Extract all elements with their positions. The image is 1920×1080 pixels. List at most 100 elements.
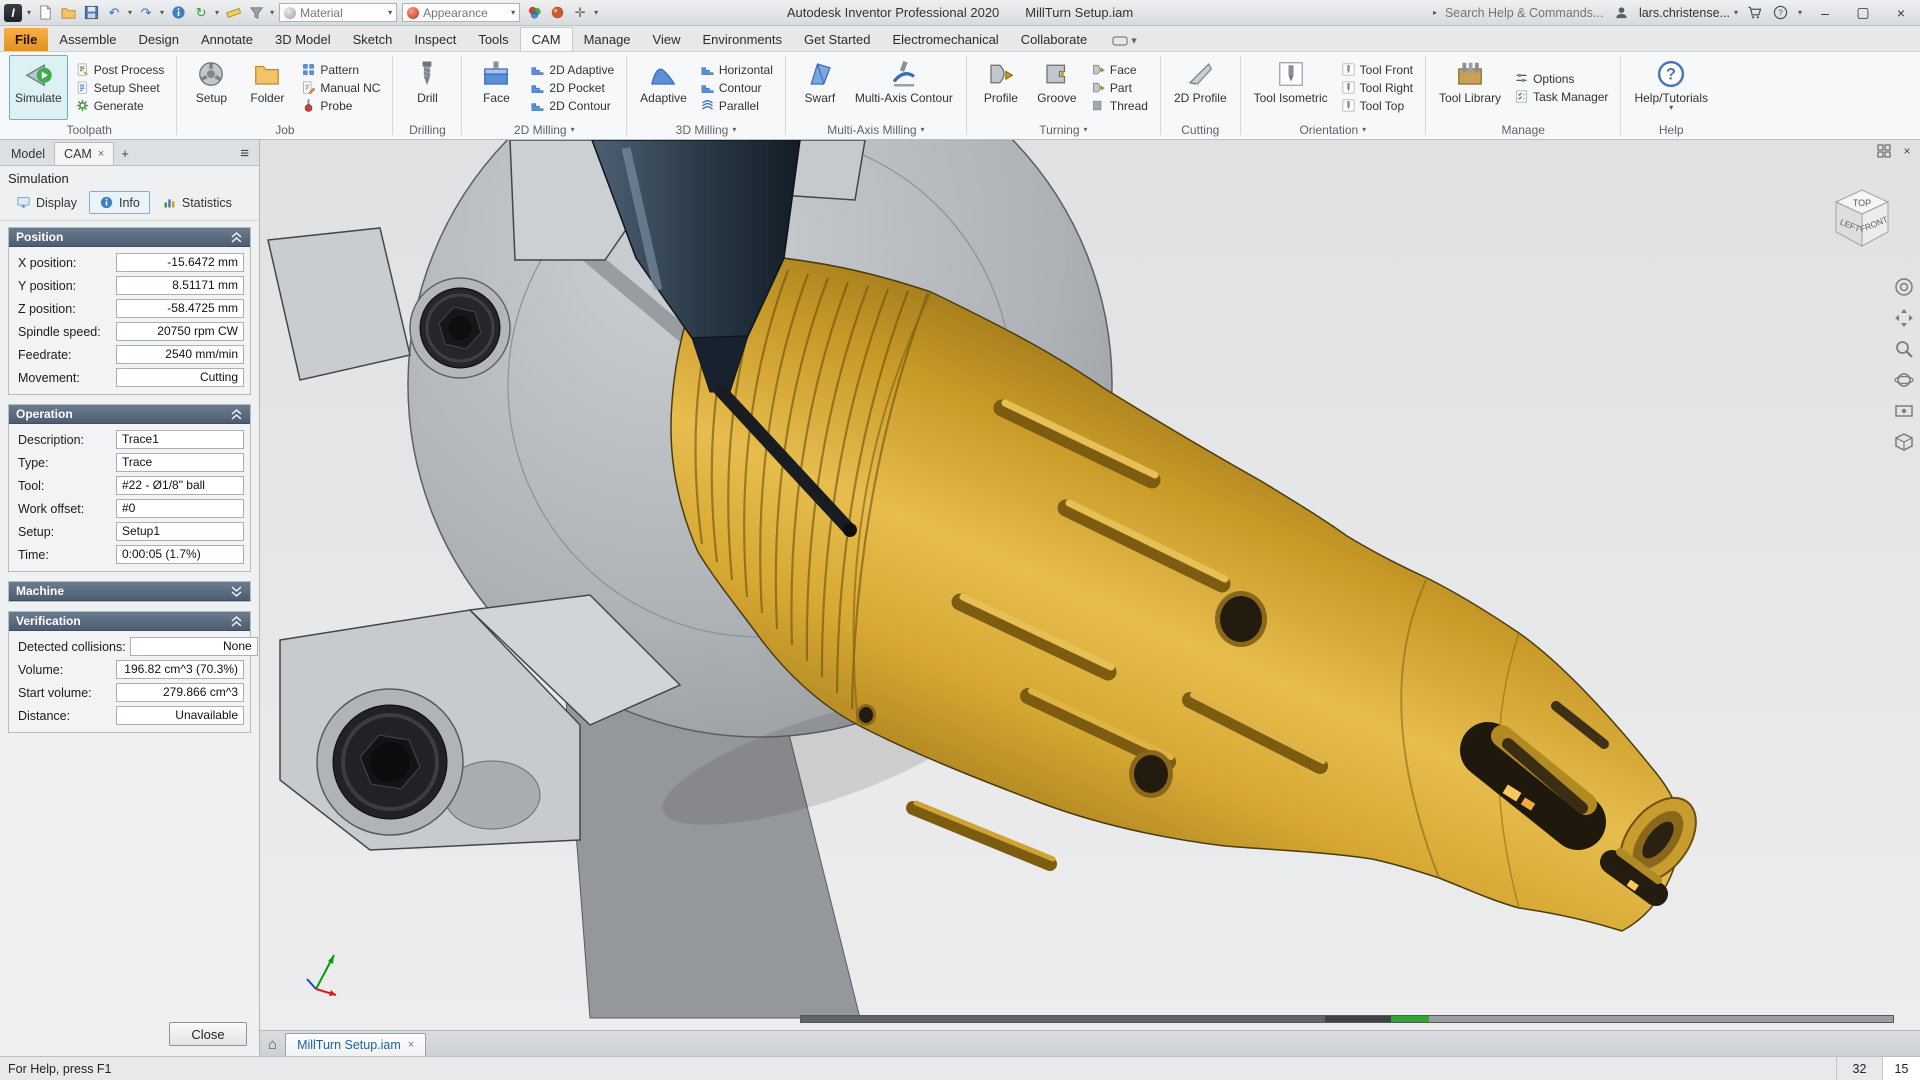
- browser-tab-model[interactable]: Model: [2, 143, 54, 165]
- browser-menu-icon[interactable]: ≡: [240, 145, 257, 165]
- filter-caret-icon[interactable]: ▾: [270, 8, 274, 17]
- undo-icon[interactable]: ↶: [105, 4, 123, 22]
- ribbon-button-folder[interactable]: Folder: [240, 55, 294, 120]
- ribbon-button-tool-front[interactable]: Tool Front: [1336, 61, 1418, 78]
- viewport-3d-scene[interactable]: [260, 140, 1920, 1030]
- ribbon-button-setup-sheet[interactable]: Setup Sheet: [70, 79, 170, 96]
- ribbon-button-tool-isometric[interactable]: Tool Isometric: [1248, 55, 1334, 120]
- pan-icon[interactable]: [1893, 307, 1915, 329]
- section-header-operation[interactable]: Operation: [9, 405, 250, 424]
- ribbon-tab-manage[interactable]: Manage: [573, 28, 642, 51]
- help-menu-icon[interactable]: ?: [1772, 4, 1790, 22]
- ribbon-button-multi-axis-contour[interactable]: Multi-Axis Contour: [849, 55, 959, 120]
- search-expand-icon[interactable]: ▸: [1433, 8, 1437, 17]
- help-caret-icon[interactable]: ▾: [1798, 8, 1802, 17]
- group-footer-help[interactable]: Help: [1621, 120, 1721, 139]
- orbit-icon[interactable]: [1893, 369, 1915, 391]
- close-button[interactable]: ×: [1886, 1, 1916, 25]
- group-footer-turning[interactable]: Turning▾: [967, 120, 1160, 139]
- ribbon-button-generate[interactable]: Generate: [70, 97, 170, 114]
- minimize-button[interactable]: –: [1810, 1, 1840, 25]
- material-dropdown[interactable]: Material▾: [279, 3, 397, 22]
- ribbon-button-part[interactable]: Part: [1086, 79, 1153, 96]
- ribbon-button-swarf[interactable]: Swarf: [793, 55, 847, 120]
- ribbon-tab-inspect[interactable]: Inspect: [403, 28, 467, 51]
- signed-in-user[interactable]: lars.christense...▾: [1639, 6, 1738, 20]
- field-value[interactable]: 2540 mm/min: [116, 345, 244, 364]
- ribbon-button-horizontal[interactable]: Horizontal: [695, 61, 778, 78]
- undo-caret-icon[interactable]: ▾: [128, 8, 132, 17]
- ribbon-tab-3d-model[interactable]: 3D Model: [264, 28, 342, 51]
- ribbon-button-parallel[interactable]: Parallel: [695, 97, 778, 114]
- search-input[interactable]: [1445, 6, 1605, 20]
- app-menu-caret-icon[interactable]: ▾: [27, 8, 31, 17]
- field-value[interactable]: -15.6472 mm: [116, 253, 244, 272]
- ribbon-button-tool-library[interactable]: Tool Library: [1433, 55, 1507, 120]
- document-tab-millturn[interactable]: MillTurn Setup.iam ×: [285, 1033, 426, 1056]
- field-value[interactable]: Cutting: [116, 368, 244, 387]
- qat-overflow-icon[interactable]: ▾: [594, 8, 598, 17]
- browser-tab-cam[interactable]: CAM×: [54, 142, 114, 165]
- ribbon-button-simulate[interactable]: Simulate: [9, 55, 68, 120]
- group-footer-3d-milling[interactable]: 3D Milling▾: [627, 120, 785, 139]
- ribbon-tab-get-started[interactable]: Get Started: [793, 28, 881, 51]
- section-header-position[interactable]: Position: [9, 228, 250, 247]
- ribbon-tab-view[interactable]: View: [642, 28, 692, 51]
- tab-info[interactable]: Info: [89, 191, 150, 214]
- document-tab-close-icon[interactable]: ×: [408, 1039, 414, 1051]
- ribbon-button-manual-nc[interactable]: Manual NC: [296, 79, 385, 96]
- field-value[interactable]: Unavailable: [116, 706, 244, 725]
- ribbon-tab-electromechanical[interactable]: Electromechanical: [881, 28, 1009, 51]
- group-footer-toolpath[interactable]: Toolpath: [2, 120, 176, 139]
- group-footer-multi-axis-milling[interactable]: Multi-Axis Milling▾: [786, 120, 966, 139]
- field-value[interactable]: 0:00:05 (1.7%): [116, 545, 244, 564]
- redo-caret-icon[interactable]: ▾: [160, 8, 164, 17]
- ribbon-tab-design[interactable]: Design: [127, 28, 189, 51]
- tab-statistics[interactable]: Statistics: [152, 191, 242, 214]
- ribbon-tab-cam[interactable]: CAM: [520, 27, 573, 51]
- ribbon-tab-annotate[interactable]: Annotate: [190, 28, 264, 51]
- field-value[interactable]: 279.866 cm^3: [116, 683, 244, 702]
- color-wheel-icon[interactable]: [525, 4, 543, 22]
- tile-windows-icon[interactable]: [1876, 143, 1892, 159]
- ribbon-button-adaptive[interactable]: Adaptive: [634, 55, 693, 120]
- ribbon-button-probe[interactable]: Probe: [296, 97, 385, 114]
- ribbon-button-groove[interactable]: Groove: [1030, 55, 1084, 120]
- ribbon-button-task-manager[interactable]: Task Manager: [1509, 88, 1613, 105]
- update-icon[interactable]: ↻: [192, 4, 210, 22]
- ribbon-button-2d-pocket[interactable]: 2D Pocket: [525, 79, 619, 96]
- ribbon-button-help-tutorials[interactable]: ?Help/Tutorials▾: [1628, 55, 1714, 120]
- group-footer-orientation[interactable]: Orientation▾: [1241, 120, 1425, 139]
- group-footer-job[interactable]: Job: [177, 120, 392, 139]
- select-filter-icon[interactable]: [247, 4, 265, 22]
- ribbon-button-drill[interactable]: Drill: [400, 55, 454, 120]
- collapse-chevron-icon[interactable]: [230, 616, 243, 627]
- new-file-icon[interactable]: [36, 4, 54, 22]
- close-view-icon[interactable]: ×: [1899, 143, 1915, 159]
- expand-chevron-icon[interactable]: [230, 586, 243, 597]
- collapse-chevron-icon[interactable]: [230, 409, 243, 420]
- add-browser-tab-button[interactable]: +: [114, 142, 136, 165]
- appearance-adjust-icon[interactable]: [548, 4, 566, 22]
- ribbon-display-toggle-icon[interactable]: ▾: [1112, 34, 1137, 47]
- viewport-3d[interactable]: × TOP LEFT FRONT: [260, 140, 1920, 1030]
- view-cube[interactable]: TOP LEFT FRONT: [1820, 180, 1904, 267]
- field-value[interactable]: #0: [116, 499, 244, 518]
- save-icon[interactable]: [82, 4, 100, 22]
- simulation-timeline-scrubber[interactable]: [800, 1015, 1894, 1023]
- redo-icon[interactable]: ↷: [137, 4, 155, 22]
- section-header-verification[interactable]: Verification: [9, 612, 250, 631]
- ribbon-button-options[interactable]: Options: [1509, 70, 1613, 87]
- ribbon-button-profile[interactable]: Profile: [974, 55, 1028, 120]
- ribbon-tab-assemble[interactable]: Assemble: [48, 28, 127, 51]
- section-header-machine[interactable]: Machine: [9, 582, 250, 601]
- field-value[interactable]: None: [130, 637, 258, 656]
- field-value[interactable]: 196.82 cm^3 (70.3%): [116, 660, 244, 679]
- ribbon-button-tool-top[interactable]: Tool Top: [1336, 97, 1418, 114]
- ribbon-tab-collaborate[interactable]: Collaborate: [1010, 28, 1099, 51]
- ribbon-button-pattern[interactable]: Pattern: [296, 61, 385, 78]
- ribbon-tab-tools[interactable]: Tools: [467, 28, 519, 51]
- ribbon-button-face[interactable]: Face: [469, 55, 523, 120]
- view-options-icon[interactable]: [1893, 431, 1915, 453]
- group-footer-2d-milling[interactable]: 2D Milling▾: [462, 120, 626, 139]
